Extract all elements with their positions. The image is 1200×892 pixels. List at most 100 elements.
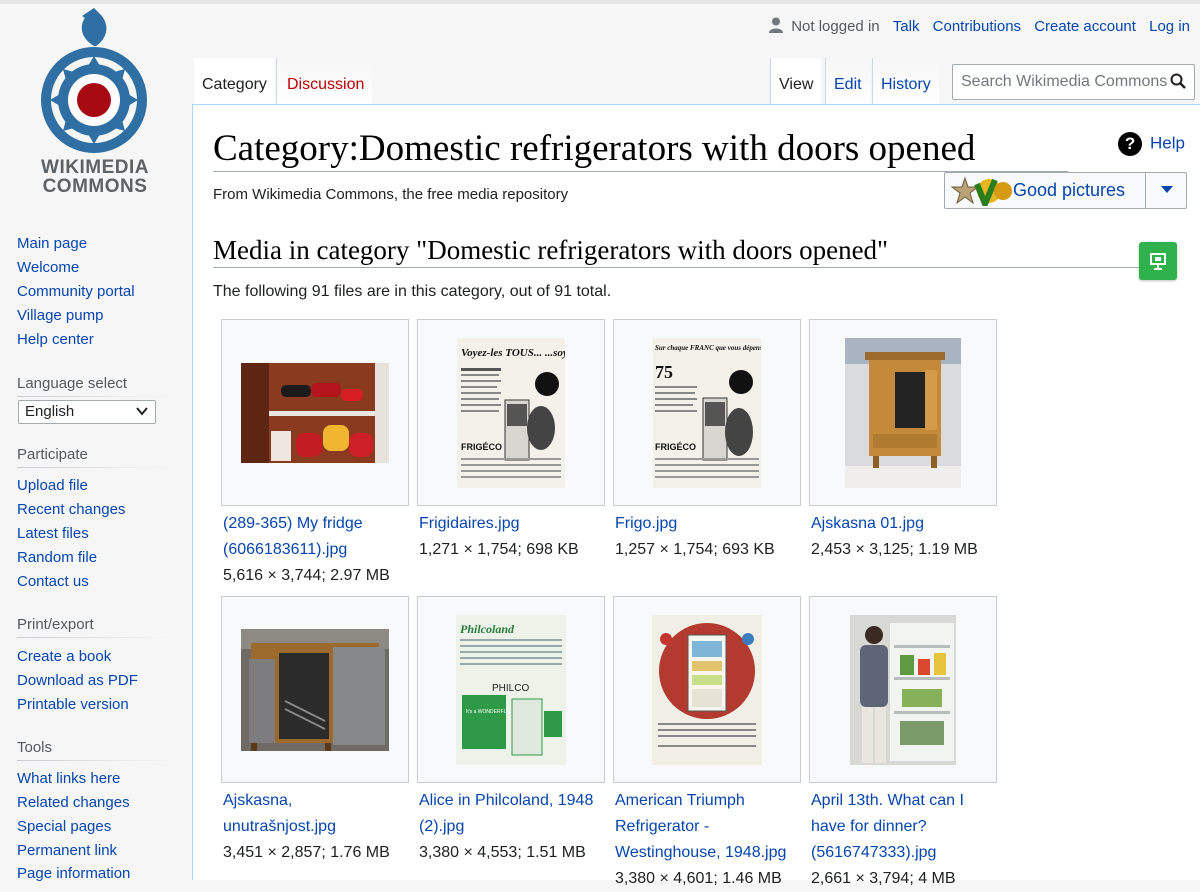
file-dimensions: 3,380 × 4,553; 1.51 MB <box>419 844 586 861</box>
sidebar-item-latest-files[interactable]: Latest files <box>17 525 89 542</box>
file-dimensions: 5,616 × 3,744; 2.97 MB <box>223 567 390 584</box>
file-name-link[interactable]: April 13th. What can I have for dinner? … <box>811 788 997 866</box>
sidebar-item-special-pages[interactable]: Special pages <box>17 818 111 835</box>
file-dimensions: 2,661 × 3,794; 4 MB <box>811 870 956 887</box>
page-title: Category:Domestic refrigerators with doo… <box>213 128 976 169</box>
main-content: Category:Domestic refrigerators with doo… <box>192 104 1200 887</box>
file-dimensions: 3,451 × 2,857; 1.76 MB <box>223 844 390 861</box>
icebox-interior-thumbnail <box>241 628 389 751</box>
file-dimensions: 3,380 × 4,601; 1.46 MB <box>615 870 782 887</box>
tools-heading: Tools <box>17 739 53 756</box>
sidebar-item-permanent-link[interactable]: Permanent link <box>17 842 117 859</box>
tab-history[interactable]: History <box>872 58 939 104</box>
fridge-shelves-thumbnail <box>241 362 389 463</box>
ad-headline-text: Sur chaque FRANC que vous dépensez pour … <box>655 344 761 352</box>
wikimedia-commons-logo[interactable]: WIKIMEDIA COMMONS <box>20 8 170 198</box>
good-pictures-label: Good pictures <box>1013 180 1126 200</box>
thumbnail-box[interactable]: Voyez-les TOUS... ...soyez exigeantes! F… <box>417 319 605 506</box>
not-logged-in-text: Not logged in <box>791 18 880 35</box>
sidebar-item-download-pdf[interactable]: Download as PDF <box>17 672 138 689</box>
icebox-cabinet-thumbnail <box>845 337 961 488</box>
tab-category[interactable]: Category <box>194 58 275 104</box>
user-icon <box>769 17 784 33</box>
contributions-link[interactable]: Contributions <box>933 18 1021 35</box>
ad-script-text: Philcoland <box>460 622 515 636</box>
file-dimensions: 2,453 × 3,125; 1.19 MB <box>811 541 978 558</box>
search-input[interactable]: Search Wikimedia Commons <box>952 64 1195 100</box>
sidebar-item-help-center[interactable]: Help center <box>17 331 94 348</box>
file-name-link[interactable]: Ajskasna 01.jpg <box>811 511 997 537</box>
file-name-link[interactable]: Frigidaires.jpg <box>419 511 605 537</box>
title-underline <box>213 171 1068 172</box>
sidebar-item-create-book[interactable]: Create a book <box>17 648 111 665</box>
sidebar-item-page-information[interactable]: Page information <box>17 865 130 882</box>
file-dimensions: 1,271 × 1,754; 698 KB <box>419 541 579 558</box>
quality-badges-icon <box>951 176 1012 206</box>
divider <box>17 760 172 761</box>
media-section-heading: Media in category "Domestic refrigerator… <box>213 235 889 265</box>
file-dimensions: 1,257 × 1,754; 693 KB <box>615 541 775 558</box>
tab-view[interactable]: View <box>770 58 822 104</box>
help-link[interactable]: ? Help <box>1118 132 1185 156</box>
sidebar-item-welcome[interactable]: Welcome <box>17 259 79 276</box>
sidebar-item-main-page[interactable]: Main page <box>17 235 87 252</box>
top-border <box>0 0 1200 4</box>
print-export-heading: Print/export <box>17 616 94 633</box>
westinghouse-ad-thumbnail <box>652 614 762 765</box>
chevron-down-icon <box>136 407 148 416</box>
thumbnail-box[interactable] <box>221 596 409 783</box>
personal-tools: Not logged in Talk Contributions Create … <box>769 17 1190 39</box>
language-select-heading: Language select <box>17 375 128 392</box>
sidebar-item-recent-changes[interactable]: Recent changes <box>17 501 125 518</box>
thumbnail-box[interactable] <box>613 596 801 783</box>
man-at-fridge-thumbnail <box>850 614 956 765</box>
site-tagline: From Wikimedia Commons, the free media r… <box>213 186 569 203</box>
ad-number-text: 75 <box>655 362 673 382</box>
thumbnail-box[interactable]: Sur chaque FRANC que vous dépensez pour … <box>613 319 801 506</box>
log-in-link[interactable]: Log in <box>1149 18 1190 35</box>
thumbnail-box[interactable]: Philcoland PHILCO It's a WONDERFUL Refri… <box>417 596 605 783</box>
sidebar-item-random-file[interactable]: Random file <box>17 549 97 566</box>
good-pictures-button[interactable]: Good pictures <box>944 172 1187 209</box>
tab-discussion[interactable]: Discussion <box>276 58 373 104</box>
file-name-link[interactable]: Frigo.jpg <box>615 511 801 537</box>
frigeco-ad-thumbnail: Voyez-les TOUS... ...soyez exigeantes! F… <box>457 337 565 488</box>
talk-link[interactable]: Talk <box>893 18 920 35</box>
divider <box>17 637 172 638</box>
commons-logo-icon <box>41 8 147 153</box>
create-account-link[interactable]: Create account <box>1034 18 1136 35</box>
caret-down-icon[interactable] <box>1161 186 1173 194</box>
sidebar-item-village-pump[interactable]: Village pump <box>17 307 103 324</box>
language-select-value: English <box>25 403 75 420</box>
thumbnail-box[interactable] <box>809 596 997 783</box>
file-count-text: The following 91 files are in this categ… <box>213 283 612 300</box>
sidebar-item-what-links-here[interactable]: What links here <box>17 770 120 787</box>
file-name-link[interactable]: American Triumph Refrigerator - Westingh… <box>615 788 801 866</box>
thumbnail-box[interactable] <box>809 319 997 506</box>
ad-headline-text: Voyez-les TOUS... ...soyez exigeantes! <box>461 347 565 359</box>
thumbnail-box[interactable] <box>221 319 409 506</box>
philco-ad-thumbnail: Philcoland PHILCO It's a WONDERFUL Refri… <box>456 614 566 765</box>
sidebar-item-printable-version[interactable]: Printable version <box>17 696 129 713</box>
ad-brand-text: PHILCO <box>492 683 529 694</box>
file-name-link[interactable]: Ajskasna, unutrašnjost.jpg <box>223 788 409 840</box>
button-divider <box>1145 173 1146 208</box>
sidebar-item-contact-us[interactable]: Contact us <box>17 573 89 590</box>
slideshow-button[interactable] <box>1139 242 1177 280</box>
file-name-link[interactable]: (289-365) My fridge (6066183611).jpg <box>223 511 409 563</box>
ad-brand-text: FRIGÉCO <box>461 442 502 452</box>
sidebar-item-upload-file[interactable]: Upload file <box>17 477 88 494</box>
file-name-link[interactable]: Alice in Philcoland, 1948 (2).jpg <box>419 788 605 840</box>
slideshow-icon <box>1150 253 1166 270</box>
help-icon: ? <box>1118 132 1143 156</box>
logo-wordmark: WIKIMEDIA COMMONS <box>41 157 149 197</box>
sidebar-item-related-changes[interactable]: Related changes <box>17 794 130 811</box>
participate-heading: Participate <box>17 446 88 463</box>
help-label: Help <box>1150 133 1185 153</box>
frigo-ad-thumbnail: Sur chaque FRANC que vous dépensez pour … <box>653 337 761 488</box>
tab-edit[interactable]: Edit <box>825 58 870 104</box>
search-icon[interactable] <box>1170 73 1186 89</box>
language-select[interactable]: English <box>18 400 156 424</box>
sidebar-item-community-portal[interactable]: Community portal <box>17 283 135 300</box>
section-underline <box>213 267 1148 268</box>
